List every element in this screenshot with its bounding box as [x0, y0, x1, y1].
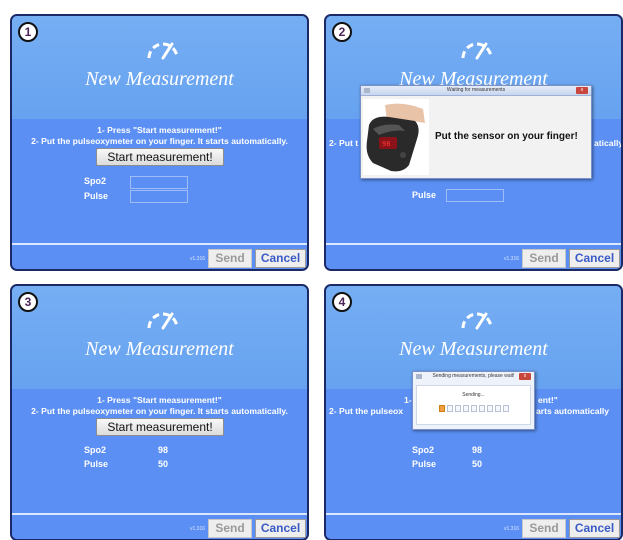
instruction-line-1-left: 1- — [404, 395, 412, 405]
page-title: New Measurement — [85, 68, 234, 90]
waiting-dialog: Waiting for measurements x 98 Put the se… — [360, 85, 592, 179]
svg-text:98: 98 — [382, 140, 390, 148]
sending-dialog: Sending measurements, please wait! x Sen… — [412, 371, 535, 430]
spo2-label: Spo2 — [84, 176, 107, 186]
dialog-title: Waiting for measurements — [446, 87, 506, 93]
dialog-titlebar[interactable]: Waiting for measurements x — [361, 86, 591, 96]
step-badge: 2 — [332, 22, 352, 42]
progress-segment — [503, 405, 509, 412]
page-title: New Measurement — [399, 338, 548, 360]
sending-message: Sending... — [462, 392, 485, 398]
step-3-panel: 3 New Measurement 1- Press "Start measur… — [10, 284, 309, 540]
dialog-body: Sending... — [416, 385, 531, 425]
spo2-value: 98 — [472, 445, 483, 455]
progress-segment — [479, 405, 485, 412]
progress-segment — [487, 405, 493, 412]
step-2-panel: 2 New Measurement 2- Put t atically Puls… — [324, 14, 623, 271]
pulse-field[interactable] — [446, 189, 504, 202]
version-label: v1.316 — [504, 256, 520, 262]
progress-segment — [455, 405, 461, 412]
send-button[interactable]: Send — [208, 249, 252, 268]
send-button[interactable]: Send — [522, 249, 566, 268]
pulse-label: Pulse — [84, 459, 109, 469]
cancel-button[interactable]: Cancel — [255, 519, 306, 538]
progress-segment — [471, 405, 477, 412]
instruction-line-2-right: atically — [594, 138, 623, 148]
close-icon[interactable]: x — [576, 87, 588, 94]
dialog-message: Put the sensor on your finger! — [435, 131, 578, 142]
instruction-line-2-right: arts automatically — [536, 406, 610, 416]
progress-segment — [495, 405, 501, 412]
start-measurement-button[interactable]: Start measurement! — [96, 148, 224, 166]
pulse-oximeter-icon: 98 — [363, 99, 429, 175]
gauge-icon — [147, 42, 179, 60]
gauge-icon — [461, 312, 493, 330]
cancel-button[interactable]: Cancel — [255, 249, 306, 268]
spo2-label: Spo2 — [84, 445, 107, 455]
spo2-field[interactable] — [130, 176, 188, 189]
instruction-line-2-left: 2- Put t — [329, 138, 359, 148]
spo2-label: Spo2 — [412, 445, 435, 455]
progress-segment — [439, 405, 445, 412]
page-title: New Measurement — [85, 338, 234, 360]
close-icon[interactable]: x — [519, 373, 531, 380]
send-button[interactable]: Send — [522, 519, 566, 538]
version-label: v1.316 — [504, 526, 520, 532]
pulse-field[interactable] — [130, 190, 188, 203]
version-label: v1.316 — [190, 256, 206, 262]
instruction-line-1: 1- Press "Start measurement!" — [97, 125, 222, 135]
dialog-title: Sending measurements, please wait! — [432, 373, 515, 379]
instruction-line-2-left: 2- Put the pulseox — [329, 406, 404, 416]
instruction-line-2: 2- Put the pulseoxymeter on your finger.… — [31, 406, 288, 416]
instruction-line-1: 1- Press "Start measurement!" — [97, 395, 222, 405]
progress-segment — [447, 405, 453, 412]
cancel-button[interactable]: Cancel — [569, 519, 620, 538]
spo2-value: 98 — [158, 445, 169, 455]
start-measurement-button[interactable]: Start measurement! — [96, 418, 224, 436]
step-1-panel: 1 New Measurement 1- Press "Start measur… — [10, 14, 309, 271]
gauge-icon — [461, 42, 493, 60]
cancel-button[interactable]: Cancel — [569, 249, 620, 268]
progress-bar — [439, 405, 509, 412]
pulse-label: Pulse — [412, 459, 437, 469]
progress-segment — [463, 405, 469, 412]
send-button[interactable]: Send — [208, 519, 252, 538]
gauge-icon — [147, 312, 179, 330]
step-4-panel: 4 New Measurement 1- ent!" 2- Put the pu… — [324, 284, 623, 540]
instruction-line-2: 2- Put the pulseoxymeter on your finger.… — [31, 136, 288, 146]
pulse-label: Pulse — [84, 191, 109, 201]
pulse-value: 50 — [472, 459, 483, 469]
pulse-value: 50 — [158, 459, 169, 469]
version-label: v1.316 — [190, 526, 206, 532]
step-badge: 3 — [18, 292, 38, 312]
step-badge: 4 — [332, 292, 352, 312]
instruction-line-1-right: ent!" — [538, 395, 558, 405]
step-badge: 1 — [18, 22, 38, 42]
